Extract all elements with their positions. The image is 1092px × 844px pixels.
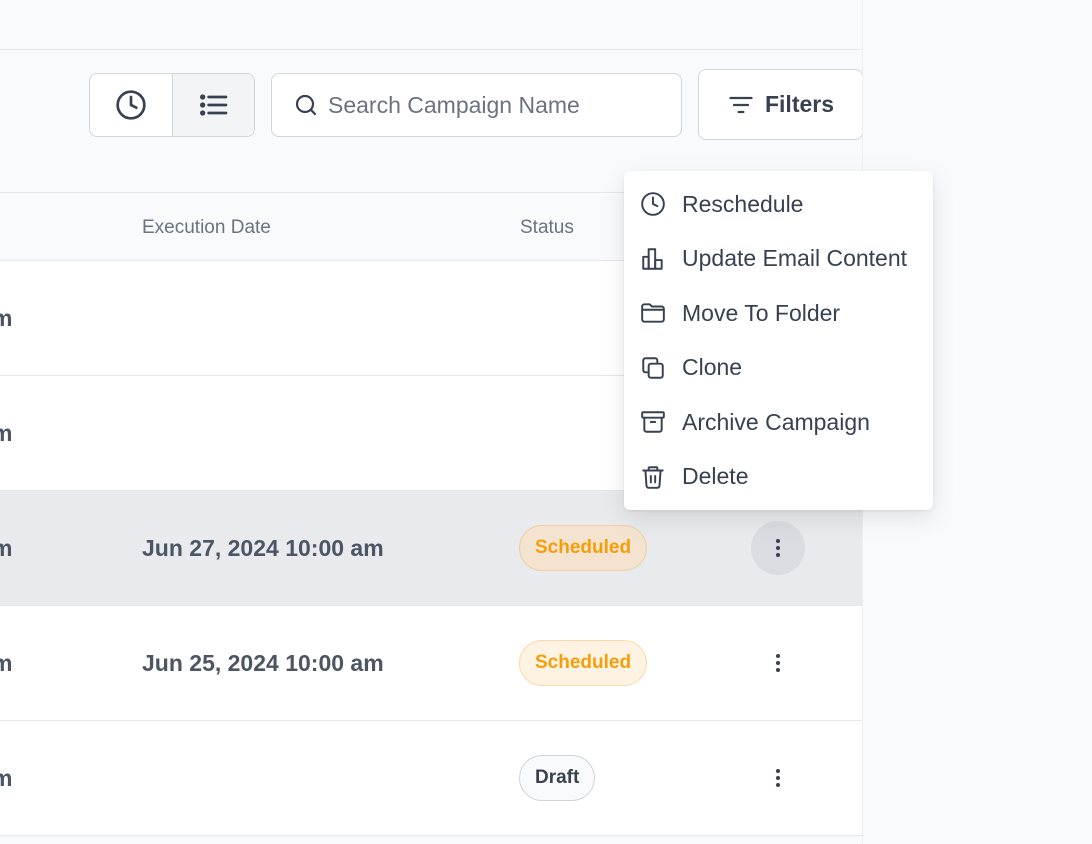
status-badge: Scheduled	[519, 525, 648, 571]
calendar-view-button[interactable]	[90, 74, 172, 136]
filters-button[interactable]: Filters	[698, 69, 863, 140]
execution-date-cell: Jun 25, 2024 10:00 am	[142, 650, 384, 676]
table-row[interactable]: m Jun 25, 2024 10:00 am Scheduled	[0, 606, 862, 721]
search-input[interactable]	[328, 91, 668, 119]
more-vertical-icon	[776, 769, 780, 787]
header-execution-date: Execution Date	[142, 217, 271, 238]
status-badge: Draft	[519, 755, 596, 801]
filter-icon	[729, 96, 753, 113]
campaign-name-cell: m	[0, 535, 13, 561]
row-actions-button[interactable]	[751, 521, 805, 575]
filters-label: Filters	[764, 91, 835, 117]
row-actions-button[interactable]	[751, 636, 805, 690]
menu-item-label: Archive Campaign	[682, 408, 870, 435]
header-status: Status	[520, 217, 574, 238]
row-actions-button[interactable]	[751, 751, 805, 805]
header-divider	[0, 49, 862, 50]
campaign-name-cell: m	[0, 765, 13, 791]
menu-item-clone[interactable]: Clone	[624, 341, 933, 396]
more-vertical-icon	[776, 654, 780, 672]
table-row[interactable]: m Draft	[0, 721, 862, 836]
archive-icon	[641, 411, 665, 433]
chart-bar-icon	[642, 248, 663, 270]
menu-item-label: Reschedule	[682, 190, 804, 217]
campaign-name-cell: m	[0, 420, 13, 446]
search-box	[271, 73, 682, 137]
status-badge: Scheduled	[519, 640, 648, 686]
view-toggle	[89, 73, 255, 137]
menu-item-reschedule[interactable]: Reschedule	[624, 177, 933, 232]
menu-item-move-to-folder[interactable]: Move To Folder	[624, 286, 933, 341]
clock-icon	[641, 192, 665, 217]
list-view-button[interactable]	[172, 74, 254, 136]
campaign-name-cell: m	[0, 305, 13, 331]
menu-item-label: Update Email Content	[682, 245, 908, 272]
search-icon	[295, 94, 317, 116]
execution-date-cell: Jun 27, 2024 10:00 am	[142, 535, 384, 561]
trash-icon	[642, 466, 664, 489]
folder-icon	[641, 303, 665, 323]
menu-item-update-email-content[interactable]: Update Email Content	[624, 232, 933, 287]
menu-item-label: Move To Folder	[682, 299, 841, 326]
clock-icon	[116, 90, 146, 120]
row-actions-menu: Reschedule Update Email Content Move To …	[624, 171, 933, 510]
more-vertical-icon	[776, 539, 780, 557]
copy-icon	[642, 357, 664, 379]
campaign-name-cell: m	[0, 650, 13, 676]
menu-item-archive-campaign[interactable]: Archive Campaign	[624, 395, 933, 450]
menu-item-label: Clone	[682, 354, 743, 381]
list-icon	[199, 94, 227, 116]
menu-item-label: Delete	[682, 463, 749, 490]
menu-item-delete[interactable]: Delete	[624, 450, 933, 505]
